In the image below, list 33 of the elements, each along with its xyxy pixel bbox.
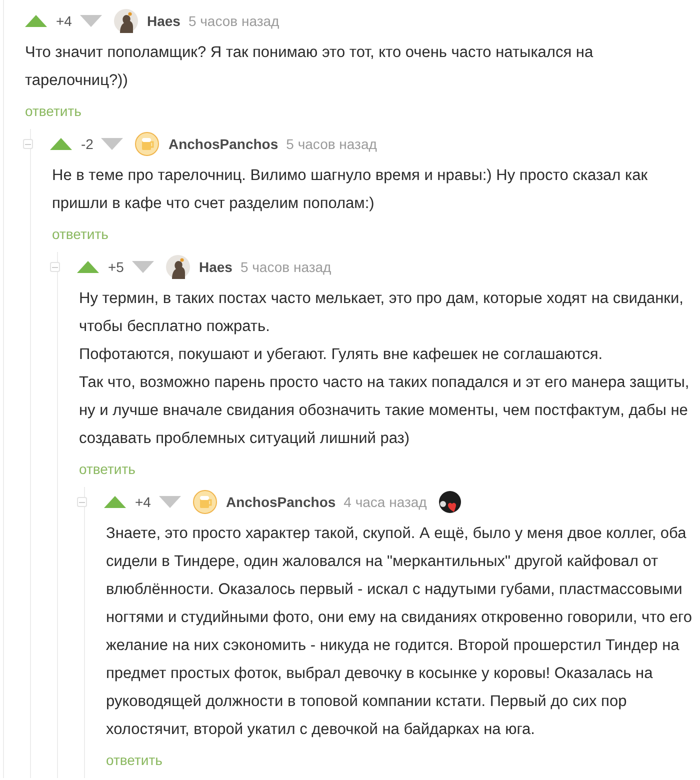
upvote-icon[interactable] [104, 496, 126, 508]
comment-time: 5 часов назад [240, 259, 332, 275]
comment-text: Не в теме про тарелочниц. Вилимо шагнуло время и нравы:) Ну просто сказал как пришли в кафе что счет разделим пополам:) [52, 166, 649, 214]
comment-time: 5 часов назад [188, 13, 280, 29]
downvote-icon[interactable] [158, 496, 181, 508]
author-name[interactable]: Haes [198, 259, 232, 275]
comment-time: 5 часов назад [286, 136, 377, 152]
comment-time: 4 часа назад [344, 494, 427, 510]
avatar-icon [192, 490, 217, 514]
avatar-icon [135, 132, 160, 156]
rating-score: -2 [81, 136, 94, 152]
downvote-icon[interactable] [132, 261, 154, 273]
avatar-icon [166, 255, 190, 279]
upvote-icon[interactable] [77, 261, 99, 273]
upvote-icon[interactable] [50, 138, 72, 150]
collapse-button[interactable] [77, 497, 87, 507]
comment-text: Пофотаются, покушают и убегают. Гулять вне кафешек не соглашаются. [79, 345, 604, 365]
author-name[interactable]: AnchosPanchos [168, 136, 278, 152]
rating-score: +4 [56, 13, 72, 29]
author-name[interactable]: AnchosPanchos [226, 494, 336, 510]
comment-text: Что значит пополамщик? Я так понимаю это тот, кто очень часто натыкался на тарелочниц?)) [25, 43, 594, 91]
author-name[interactable]: Haes [146, 13, 180, 29]
avatar-icon [114, 9, 138, 33]
rating-score: +4 [135, 494, 151, 510]
comment-text: Ну термин, в таких постах часто мелькает, это про дам, которые ходят на свиданки, чтобы бесплатно пожрать. [79, 289, 684, 337]
upvote-icon[interactable] [25, 15, 47, 27]
comment-text: Так что, возможно парень просто часто на таких попадался и эт его манера защиты, ну и лучше вначале свидания обозначить такие моменты, чем постфактум, дабы не создавать проблемных ситуаций лишний раз) [79, 373, 690, 449]
downvote-icon[interactable] [101, 138, 124, 150]
collapse-button[interactable] [23, 139, 33, 149]
rating-score: +5 [108, 259, 124, 275]
collapse-button[interactable] [50, 262, 60, 272]
comment-text: Знаете, это просто характер такой, скупой. А ещё, было у меня двое коллег, оба сидели в Тиндере, один жаловался на "меркантильных" другой кайфовал от влюблённости. Оказалось первый - искал с надутыми губами, пластмассовыми ногтями и студийными фото, они ему на свиданиях откровенно говорили, что его желание на них сэкономить - никуда не годится. Второй прошерстил Тиндер на предмет простых фоток, выбрал девочку в косынке у коровы! Оказалась на руководящей должности в топовой компании кстати. Первый до сих пор холостячит, второй укатил с девочкой на байдарках на юга. [106, 524, 693, 740]
downvote-icon[interactable] [80, 15, 102, 27]
